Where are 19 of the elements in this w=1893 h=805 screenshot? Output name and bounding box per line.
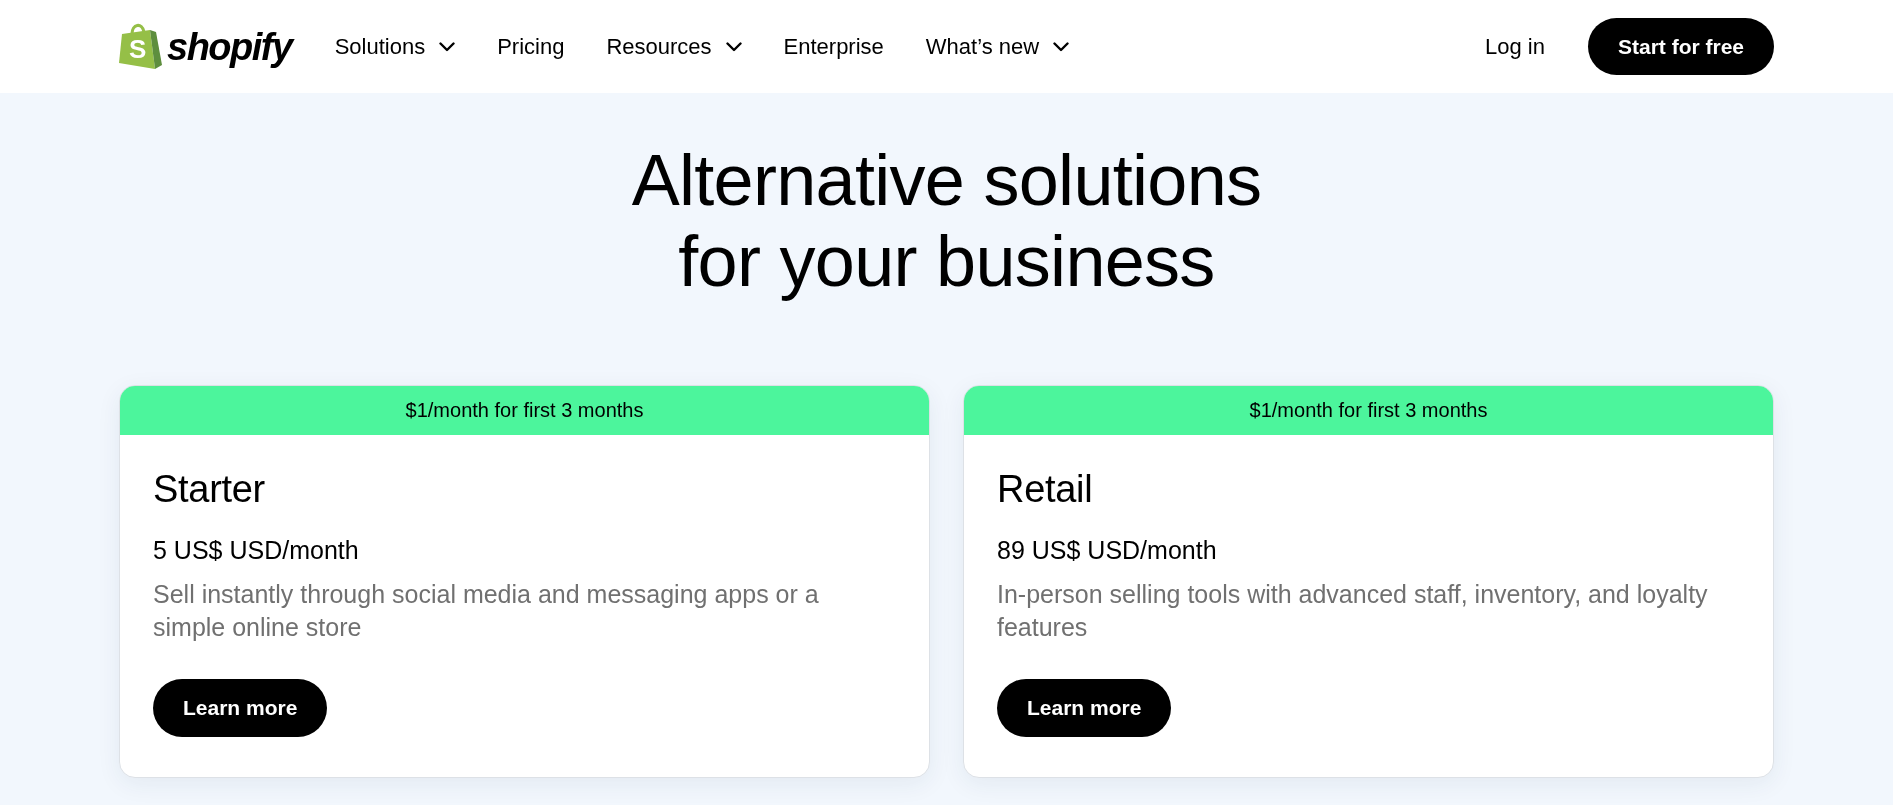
start-button[interactable]: Start for free — [1587, 18, 1774, 75]
plan-name: Starter — [153, 467, 265, 512]
nav-menu-item[interactable]: What’s new — [925, 32, 1070, 61]
plan-name: Retail — [997, 467, 1093, 512]
nav-menu-item[interactable]: Resources — [606, 32, 742, 61]
page-heading: Alternative solutions for your business — [630, 140, 1263, 302]
plan-description: Sell instantly through social media and messaging apps or a simple online store — [153, 579, 820, 643]
nav-menu-item[interactable]: Solutions — [334, 32, 456, 61]
nav-menu-item[interactable]: Enterprise — [783, 32, 884, 61]
nav-menu-item[interactable]: Pricing — [497, 32, 565, 61]
promo-banner: $1/month for first 3 months — [120, 386, 929, 435]
login-link[interactable]: Log in — [1485, 32, 1545, 61]
promo-banner: $1/month for first 3 months — [964, 386, 1773, 435]
learn-more-button[interactable]: Learn more — [997, 679, 1172, 737]
plan-price: 89 US$ USD/month — [997, 535, 1217, 566]
plan-description: In-person selling tools with advanced staff, inventory, and loyalty features — [997, 579, 1709, 643]
logo-letter: S — [129, 34, 147, 63]
plan-price: 5 US$ USD/month — [153, 535, 359, 566]
learn-more-button[interactable]: Learn more — [153, 679, 328, 737]
